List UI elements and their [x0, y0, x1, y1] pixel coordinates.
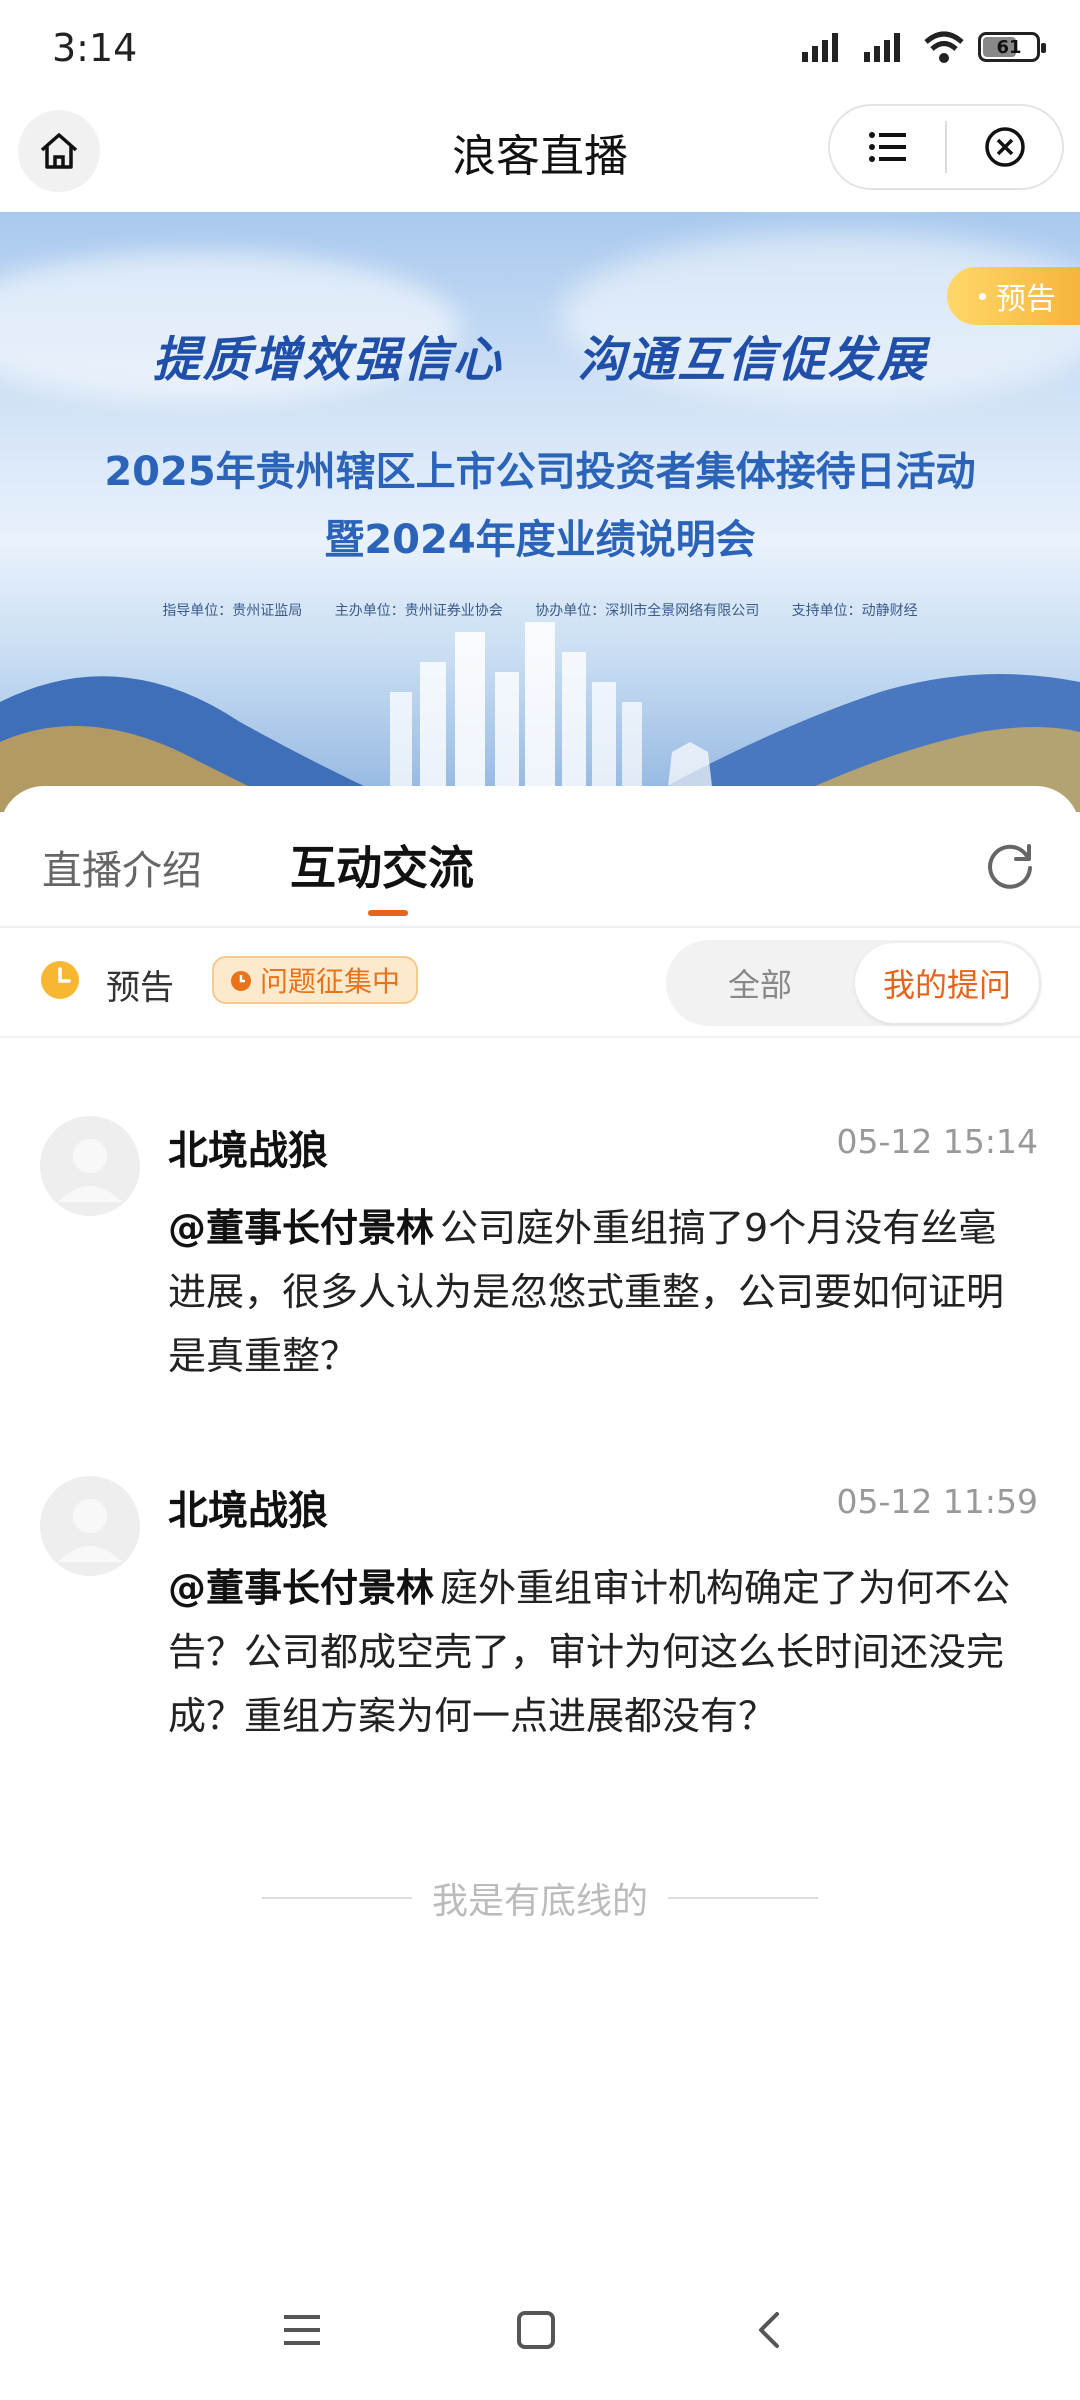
question-collecting-label: 问题征集中 [260, 965, 401, 998]
signal-icon [802, 33, 838, 62]
user-placeholder-icon [58, 1499, 122, 1562]
user-placeholder-icon [58, 1139, 122, 1202]
menu-button[interactable] [830, 106, 945, 188]
question-username: 北境战狼 [168, 1128, 328, 1174]
mini-program-capsule [828, 104, 1064, 190]
banner-title-line2: 暨2024年度业绩说明会 [324, 517, 756, 563]
banner-title-line1: 2025年贵州辖区上市公司投资者集体接待日活动 [104, 449, 976, 495]
square-home-icon [517, 2311, 555, 2349]
badge-dot [979, 292, 986, 300]
filter-all-button[interactable]: 全部 [666, 940, 854, 1026]
question-timestamp: 05-12 11:59 [836, 1482, 1038, 1521]
end-of-list-text: 我是有底线的 [431, 1881, 648, 1922]
filter-bar: 预告 问题征集中 全部 我的提问 [0, 928, 1080, 1038]
question-timestamp: 05-12 15:14 [836, 1122, 1038, 1161]
question-text: @董事长付景林 公司庭外重组搞了9个月没有丝毫进展，很多人认为是忽悠式重整，公司要… [168, 1196, 1018, 1388]
recents-button[interactable] [272, 2300, 332, 2360]
system-nav-bar [0, 2290, 1080, 2370]
end-of-list-marker: 我是有底线的 [0, 1868, 1080, 1928]
avatar[interactable] [40, 1476, 140, 1576]
tab-bar: 直播介绍 互动交流 [0, 786, 1080, 928]
list-menu-icon [868, 132, 906, 162]
question-mention[interactable]: @董事长付景林 [168, 1566, 434, 1610]
preview-badge: 预告 [947, 267, 1080, 325]
battery-icon: 61 [978, 32, 1046, 62]
wifi-icon [924, 31, 964, 63]
question-filter-segment: 全部 我的提问 [666, 940, 1042, 1026]
home-system-button[interactable] [506, 2300, 566, 2360]
question-mention[interactable]: @董事长付景林 [168, 1206, 434, 1250]
active-tab-indicator [368, 910, 408, 916]
status-icons: 61 [800, 30, 1046, 64]
slogan-right: 沟通互信促发展 [577, 332, 928, 388]
status-bar: 3:14 61 [0, 0, 1080, 100]
back-button[interactable] [740, 2300, 800, 2360]
tab-interaction[interactable]: 互动交流 [290, 832, 474, 898]
live-status-label: 预告 [106, 968, 174, 1008]
banner-title: 2025年贵州辖区上市公司投资者集体接待日活动 暨2024年度业绩说明会 [0, 438, 1080, 574]
question-username: 北境战狼 [168, 1488, 328, 1534]
refresh-button[interactable] [982, 836, 1038, 892]
preview-badge-label: 预告 [996, 282, 1056, 317]
nav-bar: 浪客直播 [0, 100, 1080, 212]
live-banner[interactable]: 提质增效强信心 沟通互信促发展 2025年贵州辖区上市公司投资者集体接待日活动 … [0, 212, 1080, 812]
refresh-icon [988, 844, 1032, 889]
banner-slogan: 提质增效强信心 沟通互信促发展 [0, 320, 1080, 390]
timer-icon [231, 971, 251, 991]
battery-level: 61 [996, 36, 1022, 58]
close-button[interactable] [947, 106, 1062, 188]
status-time: 3:14 [52, 26, 138, 70]
question-collecting-badge: 问题征集中 [212, 956, 419, 1004]
filter-my-questions-button[interactable]: 我的提问 [855, 943, 1039, 1023]
back-chevron-icon [759, 2312, 779, 2348]
close-circle-icon [984, 127, 1025, 167]
signal-icon-2 [864, 33, 900, 62]
divider-line-left [261, 1897, 412, 1899]
slogan-left: 提质增效强信心 [152, 332, 503, 388]
clock-icon [41, 961, 79, 999]
tab-live-intro[interactable]: 直播介绍 [42, 838, 202, 896]
mountain-skyline-illustration [0, 622, 1080, 812]
content-sheet: 直播介绍 互动交流 预告 问题征集中 全部 我的提问 北境战狼 05-12 15… [0, 786, 1080, 2400]
avatar[interactable] [40, 1116, 140, 1216]
question-text: @董事长付景林 庭外重组审计机构确定了为何不公告？公司都成空壳了，审计为何这么长时… [168, 1556, 1018, 1748]
menu-lines-icon [284, 2315, 320, 2345]
divider-line-right [668, 1897, 818, 1899]
